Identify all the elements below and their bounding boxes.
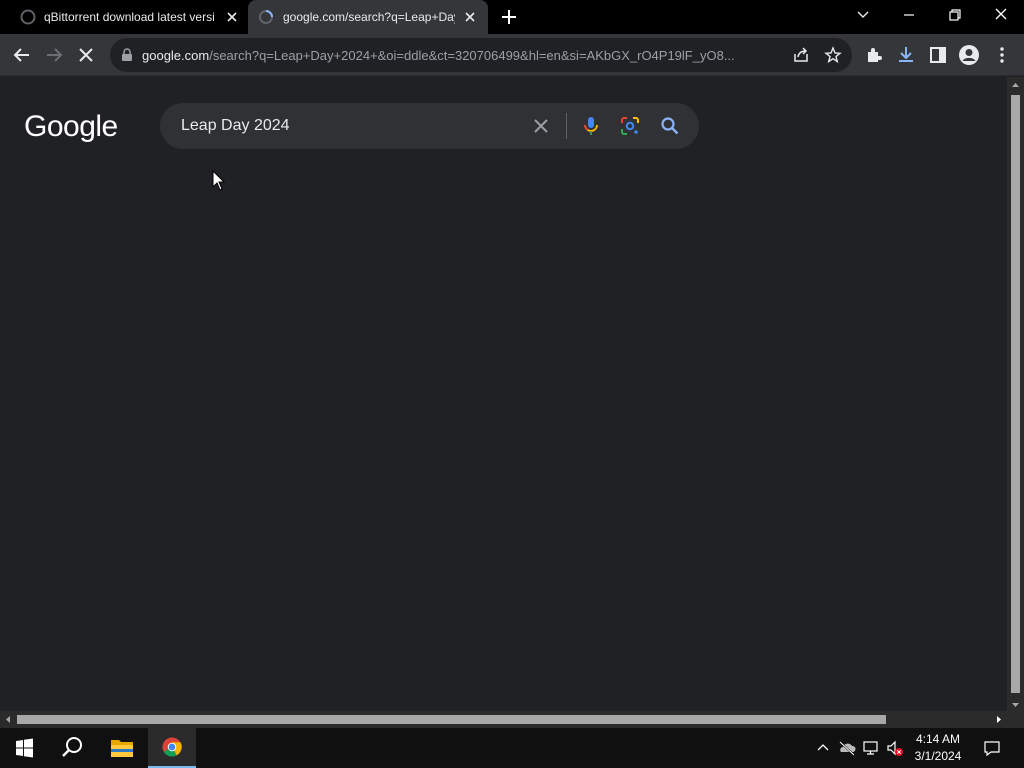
volume-muted-icon[interactable]: [885, 738, 905, 758]
scroll-left-arrow-icon[interactable]: [0, 711, 17, 728]
scroll-up-arrow-icon[interactable]: [1007, 77, 1024, 94]
url-host: google.com: [142, 48, 210, 63]
download-icon[interactable]: [895, 44, 917, 66]
clock-time: 4:14 AM: [915, 732, 961, 746]
share-icon[interactable]: [792, 46, 810, 64]
bookmark-star-icon[interactable]: [824, 46, 842, 64]
side-panel-icon[interactable]: [927, 44, 949, 66]
tab-qbittorrent[interactable]: qBittorrent download latest versi: [10, 0, 246, 34]
network-icon[interactable]: [861, 738, 881, 758]
browser-window: qBittorrent download latest versi google…: [0, 0, 1024, 768]
address-bar[interactable]: google.com/search?q=Leap+Day+2024+&oi=dd…: [110, 38, 852, 72]
minimize-icon[interactable]: [896, 4, 922, 26]
scrollbar-corner: [1007, 711, 1024, 728]
loading-spinner-icon: [259, 10, 273, 24]
forward-arrow-icon[interactable]: [43, 44, 65, 66]
stop-loading-icon[interactable]: [75, 44, 97, 66]
browser-toolbar: google.com/search?q=Leap+Day+2024+&oi=dd…: [0, 34, 1024, 76]
mouse-cursor-icon: [212, 170, 226, 191]
search-icon[interactable]: [48, 728, 96, 768]
system-clock[interactable]: 4:14 AM 3/1/2024: [908, 731, 968, 765]
qbittorrent-favicon-icon: [20, 9, 36, 25]
windows-start-icon[interactable]: [0, 728, 48, 768]
chrome-taskbar-icon[interactable]: [148, 728, 196, 768]
google-lens-icon[interactable]: [618, 114, 642, 138]
tab-title: qBittorrent download latest versi: [44, 10, 215, 24]
extensions-puzzle-icon[interactable]: [863, 44, 885, 66]
scroll-right-arrow-icon[interactable]: [990, 711, 1007, 728]
search-divider: [566, 113, 567, 139]
tab-strip: qBittorrent download latest versi google…: [0, 0, 1024, 34]
lock-icon[interactable]: [120, 48, 134, 62]
clock-date: 3/1/2024: [914, 749, 962, 763]
search-box[interactable]: Leap Day 2024: [160, 103, 699, 149]
tab-title: google.com/search?q=Leap+Day: [283, 10, 455, 24]
show-hidden-icons-chevron-icon[interactable]: [813, 738, 833, 758]
profile-avatar-icon[interactable]: [958, 44, 980, 66]
windows-taskbar: 4:14 AM 3/1/2024: [0, 728, 1024, 768]
close-tab-icon[interactable]: [224, 9, 240, 25]
new-tab-plus-icon[interactable]: [499, 7, 519, 27]
google-logo[interactable]: Google: [24, 110, 118, 144]
url-text[interactable]: google.com/search?q=Leap+Day+2024+&oi=dd…: [142, 48, 787, 63]
horizontal-scroll-thumb[interactable]: [17, 715, 886, 724]
tab-search-chevron-icon[interactable]: [850, 4, 876, 26]
page-content: Google Leap Day 2024: [0, 77, 1007, 713]
clear-search-icon[interactable]: [529, 114, 553, 138]
vertical-scroll-thumb[interactable]: [1011, 95, 1020, 693]
tab-google-search[interactable]: google.com/search?q=Leap+Day: [248, 0, 488, 34]
back-arrow-icon[interactable]: [11, 44, 33, 66]
horizontal-scrollbar[interactable]: [0, 711, 1007, 728]
vertical-scrollbar[interactable]: [1007, 77, 1024, 713]
file-explorer-icon[interactable]: [98, 728, 146, 768]
close-tab-icon[interactable]: [462, 9, 478, 25]
microphone-icon[interactable]: [579, 114, 603, 138]
search-icon[interactable]: [658, 114, 682, 138]
restore-icon[interactable]: [942, 4, 968, 26]
menu-kebab-icon[interactable]: [991, 44, 1013, 66]
close-window-icon[interactable]: [988, 4, 1014, 26]
search-input[interactable]: Leap Day 2024: [181, 117, 290, 135]
notifications-icon[interactable]: [982, 738, 1002, 758]
url-path: /search?q=Leap+Day+2024+&oi=ddle&ct=3207…: [209, 48, 735, 63]
onedrive-offline-icon[interactable]: [837, 738, 857, 758]
